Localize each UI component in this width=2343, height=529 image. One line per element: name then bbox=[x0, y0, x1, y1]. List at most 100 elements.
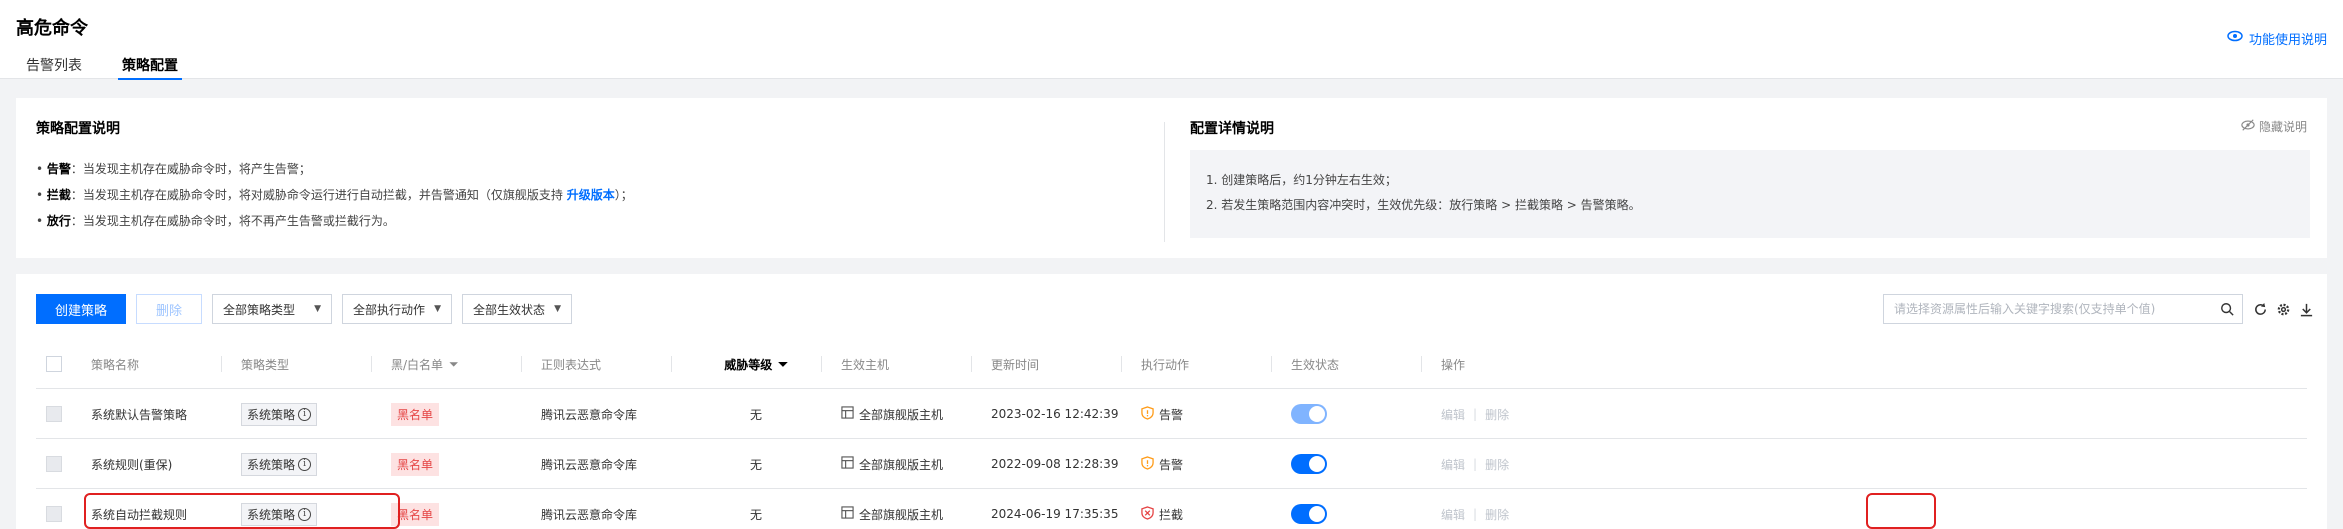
detail-title: 配置详情说明 bbox=[1190, 121, 1274, 137]
table-row: 系统默认告警策略 系统策略 i 黑名单 腾讯云恶意命令库 无 全部旗舰版主机 20… bbox=[36, 389, 2307, 439]
detail-section: 配置详情说明 1. 创建策略后，约1分钟左右生效； 2. 若发生策略范围内容冲突… bbox=[1190, 118, 2310, 238]
edit-link[interactable]: 编辑 bbox=[1441, 456, 1465, 473]
header-name: 策略名称 bbox=[91, 357, 140, 372]
host-icon bbox=[841, 456, 854, 472]
eye-icon bbox=[2227, 28, 2243, 48]
host-scope: 全部旗舰版主机 bbox=[841, 456, 943, 473]
header-ops: 操作 bbox=[1441, 357, 1466, 372]
header-status: 生效状态 bbox=[1291, 357, 1340, 372]
download-icon[interactable] bbox=[2296, 299, 2316, 319]
filter-icon[interactable]: ⏷ bbox=[449, 357, 459, 372]
header-level: 威胁等级 ⏷ bbox=[724, 356, 788, 372]
policy-type-select[interactable]: 全部策略类型 ▼ bbox=[212, 294, 332, 324]
threat-level: 无 bbox=[749, 407, 762, 422]
edit-link[interactable]: 编辑 bbox=[1441, 406, 1465, 423]
tab-policy-config[interactable]: 策略配置 bbox=[118, 55, 182, 80]
blacklist-tag: 黑名单 bbox=[391, 402, 440, 426]
header-action: 执行动作 bbox=[1141, 357, 1190, 372]
header-list: 黑/白名单 ⏷ bbox=[391, 356, 459, 372]
alert-shield-icon bbox=[1141, 405, 1154, 423]
action-select[interactable]: 全部执行动作 ▼ bbox=[342, 294, 452, 324]
header-updated: 更新时间 bbox=[991, 357, 1040, 372]
policy-type-tag: 系统策略 i bbox=[241, 502, 318, 526]
row-checkbox[interactable] bbox=[46, 456, 62, 472]
detail-line: 1. 创建策略后，约1分钟左右生效； bbox=[1206, 173, 1397, 187]
action-alert: 告警 bbox=[1141, 455, 1183, 473]
select-all-checkbox[interactable] bbox=[46, 356, 62, 372]
status-toggle[interactable] bbox=[1291, 504, 1327, 524]
policy-name: 系统自动拦截规则 bbox=[91, 507, 188, 522]
policy-table: 策略名称 策略类型 黑/白名单 ⏷ 正则表达式 威胁等级 ⏷ 生效主机 更新时间 执… bbox=[36, 339, 2307, 529]
delete-link[interactable]: 删除 bbox=[1485, 506, 1509, 523]
host-scope: 全部旗舰版主机 bbox=[841, 406, 943, 423]
tab-bar: 告警列表 策略配置 bbox=[26, 55, 218, 80]
table-row: 系统规则(重保) 系统策略 i 黑名单 腾讯云恶意命令库 无 全部旗舰版主机 20… bbox=[36, 439, 2307, 489]
help-link[interactable]: 功能使用说明 bbox=[2227, 28, 2327, 48]
policy-intro-card: 策略配置说明 • 告警：当发现主机存在威胁命令时，将产生告警； • 拦截：当发现… bbox=[16, 98, 2327, 258]
delete-link[interactable]: 删除 bbox=[1485, 456, 1509, 473]
header-regex: 正则表达式 bbox=[541, 357, 602, 372]
status-toggle[interactable] bbox=[1291, 454, 1327, 474]
info-icon[interactable]: i bbox=[298, 457, 312, 471]
policy-type-tag: 系统策略 i bbox=[241, 402, 318, 426]
action-alert: 告警 bbox=[1141, 405, 1183, 423]
detail-box: 1. 创建策略后，约1分钟左右生效； 2. 若发生策略范围内容冲突时，生效优先级… bbox=[1190, 150, 2310, 238]
info-icon[interactable]: i bbox=[298, 407, 312, 421]
status-select[interactable]: 全部生效状态 ▼ bbox=[462, 294, 572, 324]
page-header: 高危命令 告警列表 策略配置 功能使用说明 bbox=[0, 0, 2343, 80]
blacklist-tag: 黑名单 bbox=[391, 452, 440, 476]
threat-level: 无 bbox=[749, 457, 762, 472]
row-checkbox[interactable] bbox=[46, 506, 62, 522]
delete-link[interactable]: 删除 bbox=[1485, 406, 1509, 423]
hide-intro-label: 隐藏说明 bbox=[2258, 120, 2307, 134]
updated-time: 2024-06-19 17:35:35 bbox=[991, 507, 1119, 521]
action-block: 拦截 bbox=[1141, 505, 1183, 523]
eye-off-icon bbox=[2241, 118, 2255, 135]
info-icon[interactable]: i bbox=[298, 507, 312, 521]
refresh-icon[interactable] bbox=[2250, 299, 2270, 319]
upgrade-link[interactable]: 升级版本 bbox=[567, 188, 615, 202]
intro-section: 策略配置说明 • 告警：当发现主机存在威胁命令时，将产生告警； • 拦截：当发现… bbox=[36, 118, 1166, 234]
search-input[interactable] bbox=[1884, 302, 2212, 316]
caret-down-icon: ▼ bbox=[554, 304, 561, 314]
intro-title: 策略配置说明 bbox=[36, 121, 120, 137]
table-header: 策略名称 策略类型 黑/白名单 ⏷ 正则表达式 威胁等级 ⏷ 生效主机 更新时间 执… bbox=[36, 339, 2307, 389]
status-toggle[interactable] bbox=[1291, 404, 1327, 424]
page-title: 高危命令 bbox=[16, 18, 88, 39]
tab-alert-list[interactable]: 告警列表 bbox=[26, 55, 82, 79]
updated-time: 2023-02-16 12:42:39 bbox=[991, 407, 1119, 421]
policy-name: 系统规则(重保) bbox=[91, 457, 173, 472]
delete-button[interactable]: 删除 bbox=[136, 294, 202, 324]
caret-down-icon: ▼ bbox=[434, 304, 441, 314]
policy-list-card: 创建策略 删除 全部策略类型▼ 全部执行动作▼ 全部生效状态▼ 策略名称 策略类… bbox=[16, 274, 2327, 529]
host-scope: 全部旗舰版主机 bbox=[841, 506, 943, 523]
intro-divider bbox=[1164, 122, 1165, 242]
help-link-label: 功能使用说明 bbox=[2248, 32, 2327, 48]
header-host: 生效主机 bbox=[841, 357, 890, 372]
host-icon bbox=[841, 506, 854, 522]
regex-value: 腾讯云恶意命令库 bbox=[541, 457, 638, 472]
threat-level: 无 bbox=[749, 507, 762, 522]
hide-intro-button[interactable]: 隐藏说明 bbox=[2241, 118, 2307, 135]
header-type: 策略类型 bbox=[241, 357, 290, 372]
alert-shield-icon bbox=[1141, 455, 1154, 473]
row-checkbox[interactable] bbox=[46, 406, 62, 422]
create-policy-button[interactable]: 创建策略 bbox=[36, 294, 126, 324]
blacklist-tag: 黑名单 bbox=[391, 502, 440, 526]
intro-line-block: • 拦截：当发现主机存在威胁命令时，将对威胁命令运行进行自动拦截，并告警通知（仅… bbox=[36, 188, 633, 202]
gear-icon[interactable] bbox=[2273, 299, 2293, 319]
detail-line: 2. 若发生策略范围内容冲突时，生效优先级：放行策略 > 拦截策略 > 告警策略… bbox=[1206, 198, 1641, 212]
policy-name: 系统默认告警策略 bbox=[91, 407, 188, 422]
host-icon bbox=[841, 406, 854, 422]
edit-link[interactable]: 编辑 bbox=[1441, 506, 1465, 523]
intro-line-alert: • 告警：当发现主机存在威胁命令时，将产生告警； bbox=[36, 162, 311, 176]
regex-value: 腾讯云恶意命令库 bbox=[541, 407, 638, 422]
filter-icon[interactable]: ⏷ bbox=[778, 357, 788, 372]
intro-line-allow: • 放行：当发现主机存在威胁命令时，将不再产生告警或拦截行为。 bbox=[36, 214, 395, 228]
search-icon[interactable] bbox=[2212, 295, 2242, 323]
updated-time: 2022-09-08 12:28:39 bbox=[991, 457, 1119, 471]
search-box bbox=[1883, 294, 2243, 324]
caret-down-icon: ▼ bbox=[314, 304, 321, 314]
policy-type-tag: 系统策略 i bbox=[241, 452, 318, 476]
table-row: 系统自动拦截规则 系统策略 i 黑名单 腾讯云恶意命令库 无 全部旗舰版主机 20… bbox=[36, 489, 2307, 529]
